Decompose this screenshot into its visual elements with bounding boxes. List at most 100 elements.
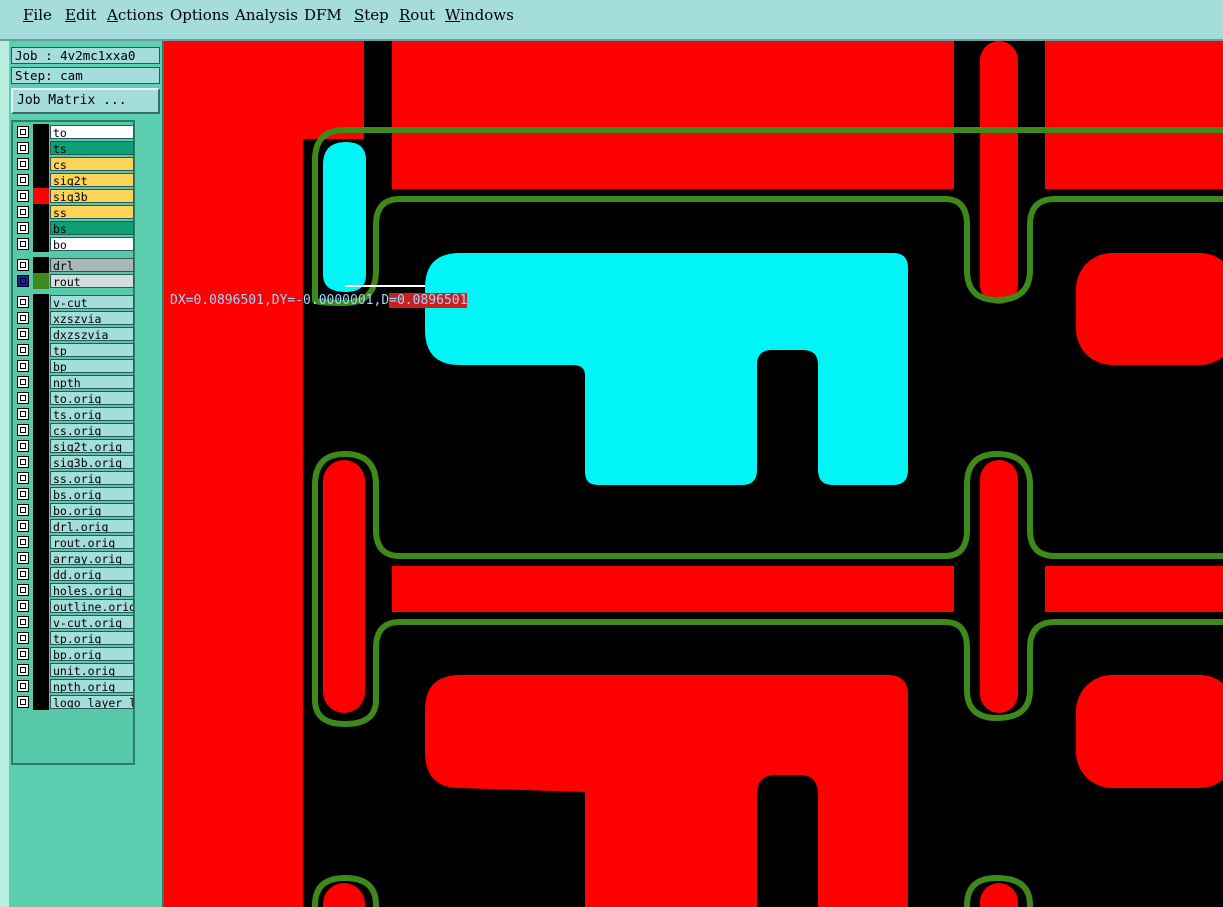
layer-color-swatch[interactable] <box>33 257 49 273</box>
layer-row-array-orig[interactable]: array.orig <box>15 550 135 566</box>
layer-color-swatch[interactable] <box>33 598 49 614</box>
layer-row-rout[interactable]: rout <box>15 273 135 289</box>
layer-row-npth-orig[interactable]: npth.orig <box>15 678 135 694</box>
layer-checkbox[interactable] <box>17 664 29 676</box>
layer-checkbox[interactable] <box>17 424 29 436</box>
layer-color-swatch[interactable] <box>33 273 49 289</box>
layer-color-swatch[interactable] <box>33 518 49 534</box>
layer-name[interactable]: npth.orig <box>50 679 134 693</box>
layer-checkbox[interactable] <box>17 238 29 250</box>
layer-name[interactable]: tp.orig <box>50 631 134 645</box>
layer-color-swatch[interactable] <box>33 454 49 470</box>
layer-name[interactable]: bp.orig <box>50 647 134 661</box>
layer-row-bs[interactable]: bs <box>15 220 135 236</box>
layer-name[interactable]: cs.orig <box>50 423 134 437</box>
layer-row-sig2t[interactable]: sig2t <box>15 172 135 188</box>
layer-color-swatch[interactable] <box>33 294 49 310</box>
menu-actions[interactable]: Actions <box>107 6 163 24</box>
layer-name[interactable]: sig2t.orig <box>50 439 134 453</box>
layer-checkbox[interactable] <box>17 600 29 612</box>
layer-checkbox[interactable] <box>17 584 29 596</box>
layer-row-cs-orig[interactable]: cs.orig <box>15 422 135 438</box>
layer-checkbox[interactable] <box>17 488 29 500</box>
layer-row-logo-layer-l[interactable]: logo_layer_l <box>15 694 135 710</box>
layer-name[interactable]: v-cut.orig <box>50 615 134 629</box>
layer-color-swatch[interactable] <box>33 220 49 236</box>
layer-checkbox[interactable] <box>17 126 29 138</box>
layer-color-swatch[interactable] <box>33 566 49 582</box>
layer-checkbox[interactable] <box>17 376 29 388</box>
layer-row-v-cut[interactable]: v-cut <box>15 294 135 310</box>
layer-color-swatch[interactable] <box>33 204 49 220</box>
layer-checkbox[interactable] <box>17 328 29 340</box>
layer-color-swatch[interactable] <box>33 422 49 438</box>
layer-row-ss[interactable]: ss <box>15 204 135 220</box>
layer-checkbox[interactable] <box>17 616 29 628</box>
layer-row-unit-orig[interactable]: unit.orig <box>15 662 135 678</box>
layer-color-swatch[interactable] <box>33 662 49 678</box>
layer-name[interactable]: tp <box>50 343 134 357</box>
layer-name[interactable]: holes.orig <box>50 583 134 597</box>
layer-color-swatch[interactable] <box>33 390 49 406</box>
layer-name[interactable]: array.orig <box>50 551 134 565</box>
layer-row-sig3b[interactable]: sig3b <box>15 188 135 204</box>
layer-name[interactable]: bs <box>50 221 134 235</box>
layer-row-ts[interactable]: ts <box>15 140 135 156</box>
layer-color-swatch[interactable] <box>33 630 49 646</box>
layer-name[interactable]: logo_layer_l <box>50 695 134 709</box>
layer-row-tp-orig[interactable]: tp.orig <box>15 630 135 646</box>
layer-checkbox[interactable] <box>17 632 29 644</box>
layer-checkbox[interactable] <box>17 456 29 468</box>
menu-edit[interactable]: Edit <box>65 6 96 24</box>
layer-row-tp[interactable]: tp <box>15 342 135 358</box>
layer-checkbox[interactable] <box>17 536 29 548</box>
layer-checkbox[interactable] <box>17 190 29 202</box>
layer-row-drl-orig[interactable]: drl.orig <box>15 518 135 534</box>
layer-color-swatch[interactable] <box>33 646 49 662</box>
layer-name[interactable]: sig3b <box>50 189 134 203</box>
layer-name[interactable]: ts.orig <box>50 407 134 421</box>
layer-name[interactable]: ss <box>50 205 134 219</box>
layer-checkbox[interactable] <box>17 142 29 154</box>
menu-options[interactable]: Options <box>170 6 229 24</box>
layer-color-swatch[interactable] <box>33 342 49 358</box>
layer-color-swatch[interactable] <box>33 406 49 422</box>
layer-name[interactable]: ts <box>50 141 134 155</box>
layer-name[interactable]: drl.orig <box>50 519 134 533</box>
layer-name[interactable]: outline.orig <box>50 599 134 613</box>
layer-name[interactable]: drl <box>50 258 134 272</box>
layer-name[interactable]: bp <box>50 359 134 373</box>
layer-checkbox[interactable] <box>17 206 29 218</box>
layer-checkbox[interactable] <box>17 472 29 484</box>
layer-row-bo[interactable]: bo <box>15 236 135 252</box>
layer-checkbox[interactable] <box>17 440 29 452</box>
layer-color-swatch[interactable] <box>33 156 49 172</box>
layer-checkbox[interactable] <box>17 296 29 308</box>
layer-color-swatch[interactable] <box>33 326 49 342</box>
layer-name[interactable]: bo <box>50 237 134 251</box>
layer-row-ss-orig[interactable]: ss.orig <box>15 470 135 486</box>
layer-color-swatch[interactable] <box>33 582 49 598</box>
layer-color-swatch[interactable] <box>33 614 49 630</box>
layer-checkbox[interactable] <box>17 408 29 420</box>
layer-color-swatch[interactable] <box>33 470 49 486</box>
layer-color-swatch[interactable] <box>33 188 49 204</box>
layer-name[interactable]: cs <box>50 157 134 171</box>
layer-row-rout-orig[interactable]: rout.orig <box>15 534 135 550</box>
layer-row-cs[interactable]: cs <box>15 156 135 172</box>
layer-color-swatch[interactable] <box>33 124 49 140</box>
layer-name[interactable]: dxzszvia <box>50 327 134 341</box>
layer-color-swatch[interactable] <box>33 534 49 550</box>
layer-color-swatch[interactable] <box>33 502 49 518</box>
layer-checkbox[interactable] <box>17 360 29 372</box>
menu-analysis[interactable]: Analysis <box>235 6 298 24</box>
layer-color-swatch[interactable] <box>33 486 49 502</box>
layer-row-npth[interactable]: npth <box>15 374 135 390</box>
layer-checkbox[interactable] <box>17 158 29 170</box>
layer-name[interactable]: ss.orig <box>50 471 134 485</box>
layer-color-swatch[interactable] <box>33 172 49 188</box>
layer-row-xzszvia[interactable]: xzszvia <box>15 310 135 326</box>
layer-name[interactable]: sig2t <box>50 173 134 187</box>
layer-name[interactable]: dd.orig <box>50 567 134 581</box>
layer-row-ts-orig[interactable]: ts.orig <box>15 406 135 422</box>
